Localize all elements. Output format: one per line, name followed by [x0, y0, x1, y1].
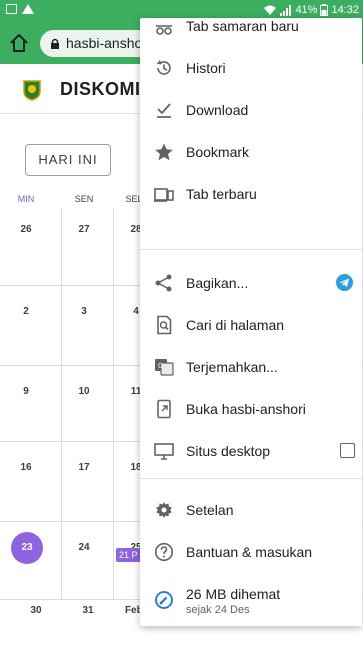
menu-item-share[interactable]: Bagikan... — [140, 263, 362, 303]
menu-item-label: Bantuan & masukan — [186, 544, 313, 560]
menu-item-incognito-tab[interactable]: Tab samaran baru — [140, 18, 362, 46]
desktop-site-checkbox[interactable] — [340, 443, 355, 458]
data-saver-subtitle: sejak 24 Des — [186, 604, 250, 616]
menu-item-label: Histori — [186, 60, 226, 76]
calendar-day-cell[interactable]: 26 — [10, 208, 62, 285]
day-header-sun: MIN — [17, 194, 35, 204]
menu-item-label: Bookmark — [186, 144, 250, 160]
menu-item-history[interactable]: Histori — [140, 48, 362, 88]
home-icon[interactable] — [8, 32, 30, 54]
day-number: 10 — [78, 386, 90, 397]
calendar-day-cell[interactable]: 2 — [10, 286, 62, 365]
history-icon — [156, 60, 171, 75]
star-icon — [155, 143, 173, 161]
signal-icon — [280, 4, 292, 16]
menu-item-help[interactable]: Bantuan & masukan — [140, 532, 362, 572]
calendar-day-cell[interactable]: 24 — [62, 522, 114, 599]
calendar-day-cell-today[interactable]: 23 — [10, 522, 62, 599]
warning-notification-icon — [22, 4, 34, 14]
translate-icon: G — [155, 359, 174, 376]
battery-percent: 41% — [295, 4, 318, 16]
calendar-day-cell[interactable]: 3 — [62, 286, 114, 365]
menu-item-label: Terjemahkan... — [186, 359, 278, 375]
day-number: 9 — [23, 386, 29, 397]
calendar-day-cell[interactable]: 16 — [10, 442, 62, 521]
menu-item-label: Cari di halaman — [186, 317, 285, 333]
status-left-icons — [6, 4, 34, 14]
desktop-icon — [154, 443, 174, 460]
day-number[interactable]: 31 — [62, 605, 114, 616]
battery-icon — [320, 4, 329, 16]
day-number: 24 — [78, 542, 90, 553]
calendar-day-cell[interactable]: 10 — [62, 366, 114, 441]
menu-item-translate[interactable]: G Terjemahkan... — [140, 347, 362, 387]
menu-item-label: Download — [186, 102, 249, 118]
menu-item-find-in-page[interactable]: Cari di halaman — [140, 305, 362, 345]
day-number: 3 — [81, 306, 87, 317]
svg-text:G: G — [158, 363, 163, 370]
menu-item-label: Tab samaran baru — [186, 18, 299, 34]
menu-item-settings[interactable]: Setelan — [140, 490, 362, 530]
menu-item-bookmark[interactable]: Bookmark — [140, 132, 362, 172]
menu-item-download[interactable]: Download — [140, 90, 362, 130]
recent-tabs-icon — [154, 188, 174, 202]
share-icon — [155, 274, 172, 292]
help-icon — [154, 542, 174, 562]
menu-item-open-app[interactable]: Buka hasbi-anshori — [140, 389, 362, 429]
image-notification-icon — [6, 4, 17, 14]
download-icon — [157, 103, 171, 118]
clock: 14:32 — [331, 4, 359, 16]
data-saver-title: 26 MB dihemat — [186, 586, 281, 602]
wifi-icon — [264, 5, 277, 15]
day-number: 27 — [78, 224, 90, 235]
today-button[interactable]: HARI INI — [25, 144, 111, 176]
menu-item-label: Tab terbaru — [186, 186, 257, 202]
day-number: 26 — [20, 224, 32, 235]
find-in-page-icon — [157, 315, 172, 335]
calendar-day-cell[interactable]: 27 — [62, 208, 114, 285]
today-day-number: 23 — [11, 532, 43, 564]
menu-item-recent-tabs[interactable]: Tab terbaru — [140, 174, 362, 214]
browser-overflow-menu: Tab samaran baru Histori Download Bookma… — [140, 18, 362, 626]
menu-item-desktop-site[interactable]: Situs desktop — [140, 431, 362, 471]
url-text: hasbi-anshori — [66, 35, 151, 51]
menu-item-label: Bagikan... — [186, 275, 249, 291]
menu-divider — [140, 249, 362, 250]
data-saver-icon — [155, 591, 173, 609]
telegram-icon[interactable] — [336, 274, 353, 291]
day-number: 16 — [20, 462, 32, 473]
calendar-day-cell[interactable]: 17 — [62, 442, 114, 521]
day-number[interactable]: 30 — [10, 605, 62, 616]
lock-icon — [51, 38, 59, 49]
status-right-icons: 41% 14:32 — [263, 4, 359, 16]
menu-item-label: Buka hasbi-anshori — [186, 401, 306, 417]
incognito-icon — [156, 25, 172, 35]
day-number: 2 — [23, 306, 29, 317]
menu-item-data-saver[interactable]: 26 MB dihemat sejak 24 Des — [140, 574, 362, 626]
menu-divider — [140, 478, 362, 479]
day-header-mon: SEN — [74, 194, 94, 204]
menu-item-label: Setelan — [186, 502, 234, 518]
calendar-day-cell[interactable]: 9 — [10, 366, 62, 441]
open-app-icon — [157, 399, 171, 419]
menu-item-label: Situs desktop — [186, 443, 271, 459]
gear-icon — [156, 502, 172, 518]
site-logo — [23, 80, 41, 101]
day-number: 17 — [78, 462, 90, 473]
